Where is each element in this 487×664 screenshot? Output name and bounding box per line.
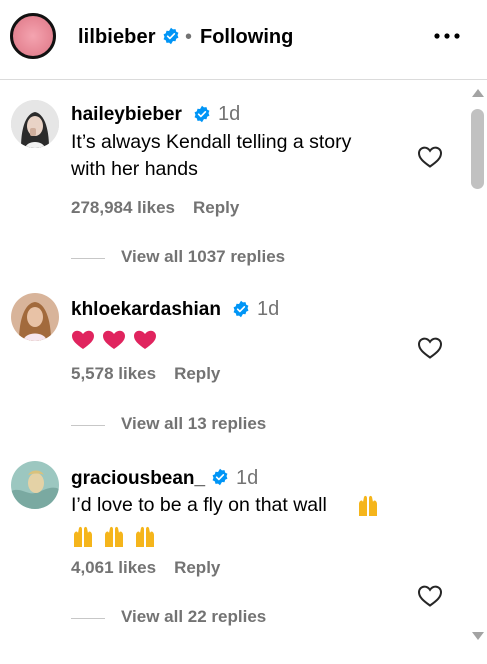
- emoji-row: [71, 328, 161, 352]
- comment-text-line: It’s always Kendall telling a story: [71, 131, 352, 153]
- heart-emoji-icon: [134, 330, 156, 349]
- comment-text: I’d love to be a fly on that wall: [71, 492, 351, 519]
- following-button[interactable]: Following: [200, 26, 293, 49]
- view-replies-label: View all 1037 replies: [121, 247, 286, 266]
- scrollbar[interactable]: [468, 81, 487, 664]
- commenter-avatar[interactable]: [11, 293, 59, 341]
- like-heart-icon[interactable]: [417, 584, 443, 608]
- profile-avatar[interactable]: [10, 13, 56, 59]
- comment-text-line: I’d love to be a fly on that wall: [71, 494, 327, 516]
- likes-count[interactable]: 4,061 likes: [71, 558, 156, 577]
- comment-meta: 5,578 likes Reply: [71, 364, 220, 384]
- verified-badge-icon: [162, 27, 180, 50]
- raising-hands-emoji-icon: [136, 526, 154, 547]
- heart-emoji-icon: [103, 330, 125, 349]
- emoji-row: [356, 494, 380, 518]
- commenter-avatar[interactable]: [11, 461, 59, 509]
- verified-badge-icon: [232, 300, 250, 323]
- comment-item: khloekardashian 1d 5,578 likes Reply Vie…: [0, 276, 468, 448]
- view-replies-button[interactable]: View all 13 replies: [71, 414, 371, 436]
- scrollbar-thumb[interactable]: [471, 109, 484, 189]
- comment-text: It’s always Kendall telling a story with…: [71, 129, 401, 183]
- view-replies-button[interactable]: View all 22 replies: [71, 607, 371, 629]
- comment-username[interactable]: graciousbean_: [71, 468, 205, 490]
- divider-line: [71, 258, 105, 259]
- comment-meta: 278,984 likes Reply: [71, 198, 239, 218]
- scroll-up-arrow-icon[interactable]: [472, 89, 484, 97]
- comment-username[interactable]: haileybieber: [71, 104, 182, 126]
- verified-badge-icon: [193, 105, 211, 128]
- raising-hands-emoji-icon: [359, 495, 377, 516]
- comment-timestamp: 1d: [236, 467, 259, 489]
- raising-hands-emoji-icon: [74, 526, 92, 547]
- like-heart-icon[interactable]: [417, 145, 443, 169]
- comment-item: graciousbean_ 1d I’d love to be a fly on…: [0, 448, 468, 664]
- divider-line: [71, 425, 105, 426]
- like-heart-icon[interactable]: [417, 336, 443, 360]
- likes-count[interactable]: 278,984 likes: [71, 198, 175, 217]
- likes-count[interactable]: 5,578 likes: [71, 364, 156, 383]
- raising-hands-emoji-icon: [105, 526, 123, 547]
- view-replies-label: View all 13 replies: [121, 414, 267, 433]
- comment-item: haileybieber 1d It’s always Kendall tell…: [0, 81, 468, 276]
- comment-timestamp: 1d: [218, 103, 241, 125]
- comment-timestamp: 1d: [257, 298, 280, 320]
- divider-line: [71, 618, 105, 619]
- verified-badge-icon: [211, 468, 229, 491]
- scroll-down-arrow-icon[interactable]: [472, 632, 484, 640]
- view-replies-button[interactable]: View all 1037 replies: [71, 247, 371, 269]
- comment-username[interactable]: khloekardashian: [71, 299, 221, 321]
- reply-button[interactable]: Reply: [174, 364, 220, 383]
- separator-dot: •: [185, 26, 193, 48]
- commenter-avatar[interactable]: [11, 100, 59, 148]
- post-header: lilbieber • Following: [0, 0, 487, 80]
- comments-list: haileybieber 1d It’s always Kendall tell…: [0, 81, 468, 664]
- comment-meta: 4,061 likes Reply: [71, 558, 220, 578]
- more-horizontal-icon[interactable]: [432, 26, 462, 46]
- view-replies-label: View all 22 replies: [121, 607, 267, 626]
- reply-button[interactable]: Reply: [193, 198, 239, 217]
- header-username[interactable]: lilbieber: [78, 26, 156, 49]
- comment-text-line: with her hands: [71, 158, 198, 180]
- heart-emoji-icon: [72, 330, 94, 349]
- reply-button[interactable]: Reply: [174, 558, 220, 577]
- emoji-row: [71, 525, 161, 549]
